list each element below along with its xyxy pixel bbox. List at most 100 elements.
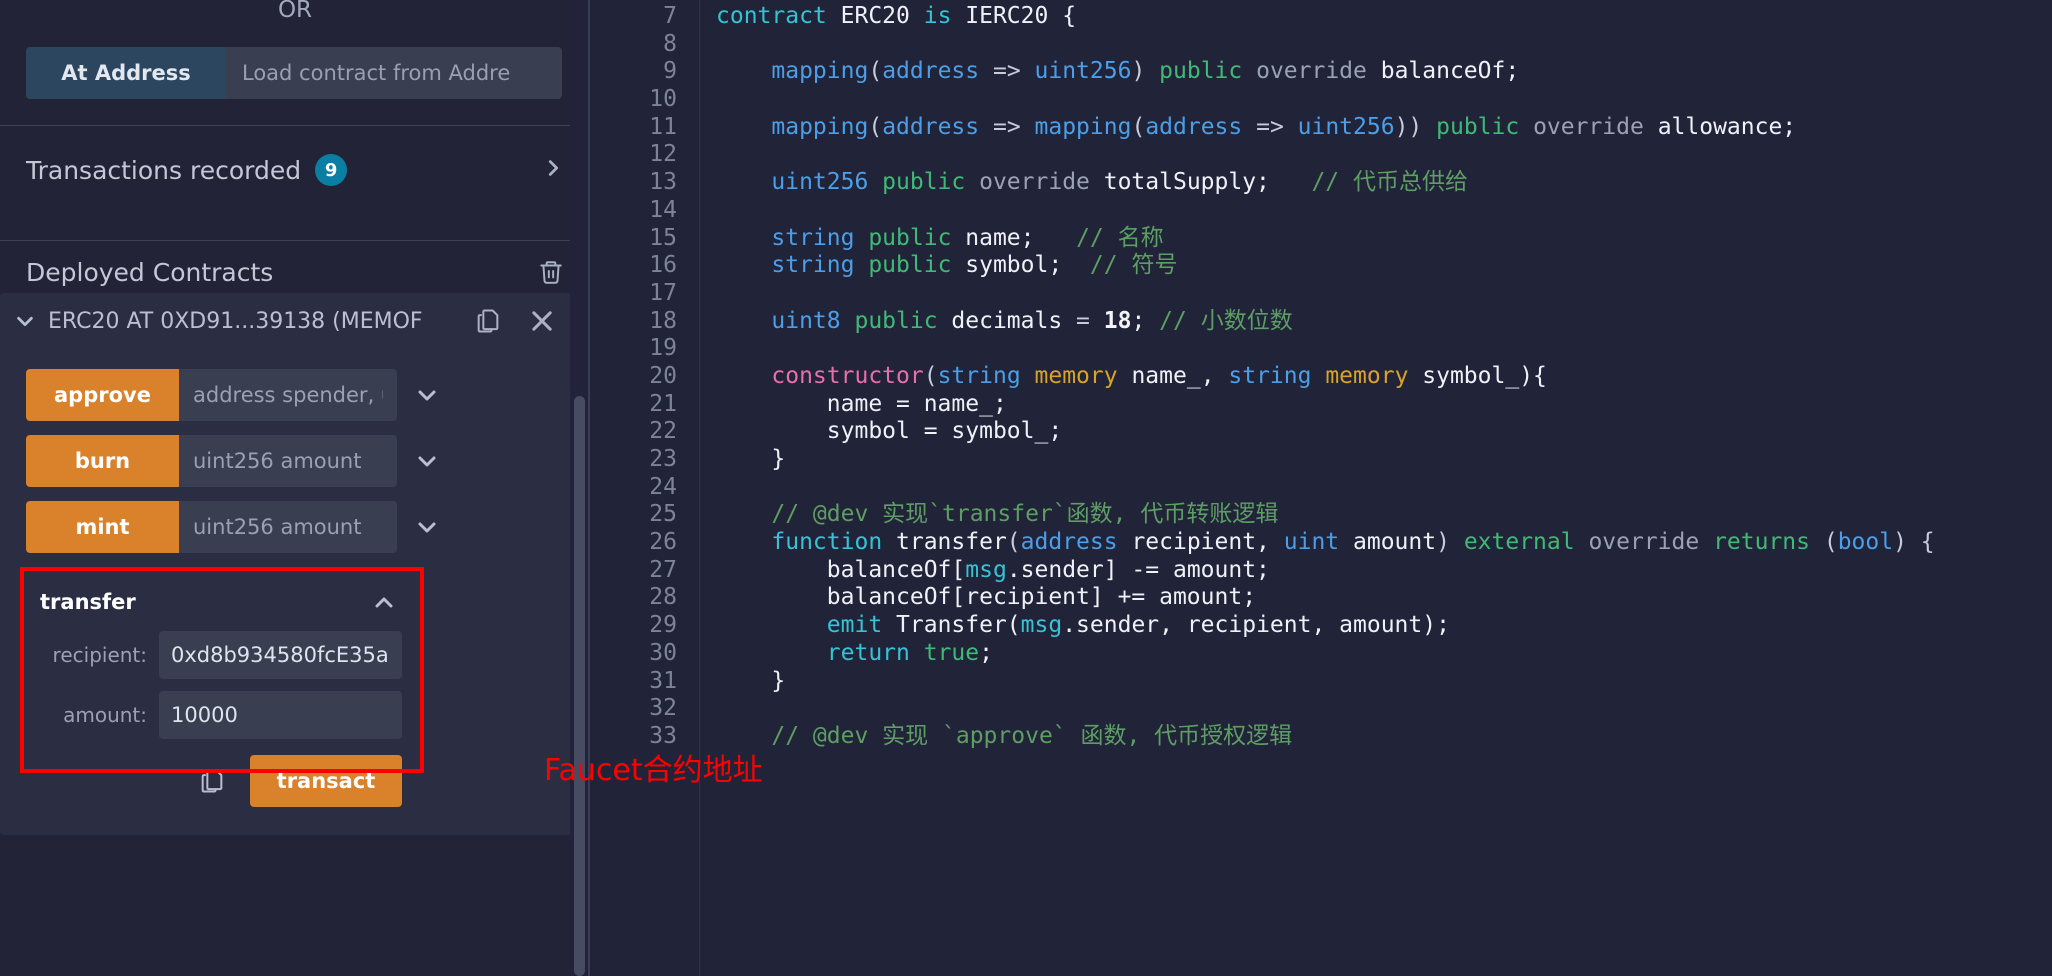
approve-args-input[interactable] bbox=[179, 369, 397, 421]
transfer-form-header[interactable]: transfer bbox=[34, 585, 402, 619]
code-token: external bbox=[1463, 529, 1589, 556]
code-line[interactable] bbox=[716, 197, 2052, 225]
code-token: public bbox=[1159, 58, 1257, 85]
code-token: } bbox=[716, 667, 786, 694]
code-token: ( bbox=[923, 362, 938, 389]
code-line[interactable]: uint256 public override totalSupply; // … bbox=[716, 169, 2052, 197]
line-number: 22 bbox=[649, 418, 677, 445]
code-token: mapping bbox=[771, 58, 869, 85]
deployed-instance-name: ERC20 AT 0XD91...39138 (MEMOF bbox=[48, 308, 423, 334]
code-token: // 小数位数 bbox=[1159, 307, 1293, 334]
code-token: ) bbox=[1436, 529, 1464, 556]
at-address-button[interactable]: At Address bbox=[26, 47, 226, 99]
code-line[interactable] bbox=[716, 695, 2052, 723]
code-line[interactable]: // @dev 实现 `approve` 函数, 代币授权逻辑 bbox=[716, 723, 2052, 751]
code-line[interactable]: mapping(address => mapping(address => ui… bbox=[716, 114, 2052, 142]
code-line[interactable]: string public symbol; // 符号 bbox=[716, 252, 2052, 280]
line-number: 14 bbox=[649, 196, 677, 223]
transfer-recipient-input[interactable] bbox=[159, 631, 402, 679]
code-line[interactable]: string public name; // 名称 bbox=[716, 225, 2052, 253]
code-token: ( bbox=[1131, 113, 1146, 140]
code-line[interactable]: balanceOf[recipient] += amount; bbox=[716, 584, 2052, 612]
code-token: uint8 bbox=[771, 307, 855, 334]
approve-button[interactable]: approve bbox=[26, 369, 179, 421]
left-panel-scrollbar-thumb[interactable] bbox=[574, 396, 585, 976]
code-token: constructor bbox=[771, 362, 924, 389]
code-token: // 代币总供给 bbox=[1311, 169, 1468, 196]
chevron-down-icon[interactable] bbox=[415, 449, 439, 473]
code-token: } bbox=[716, 446, 786, 472]
code-token: = bbox=[1076, 307, 1104, 334]
code-line[interactable]: symbol = symbol_; bbox=[716, 418, 2052, 446]
close-icon[interactable] bbox=[528, 307, 556, 335]
mint-button[interactable]: mint bbox=[26, 501, 179, 553]
transact-button[interactable]: transact bbox=[250, 755, 402, 807]
code-line[interactable] bbox=[716, 86, 2052, 114]
chevron-down-icon[interactable] bbox=[415, 383, 439, 407]
code-line[interactable]: return true; bbox=[716, 640, 2052, 668]
code-line[interactable]: } bbox=[716, 668, 2052, 696]
code-line[interactable] bbox=[716, 280, 2052, 308]
line-number: 7 bbox=[663, 3, 677, 29]
code-line[interactable]: } bbox=[716, 446, 2052, 474]
line-number: 24 bbox=[649, 473, 677, 500]
code-token: Transfer( bbox=[896, 612, 1021, 639]
code-token: override bbox=[1533, 113, 1658, 140]
code-token: address bbox=[1020, 529, 1132, 556]
transfer-amount-input[interactable] bbox=[159, 691, 402, 739]
line-number: 27 bbox=[649, 556, 677, 583]
code-token: memory bbox=[1325, 362, 1423, 389]
code-token: ) bbox=[1131, 58, 1160, 85]
code-token: totalSupply; bbox=[1103, 169, 1270, 196]
at-address-input[interactable] bbox=[226, 47, 562, 99]
left-panel-scrollbar[interactable] bbox=[570, 0, 590, 976]
copy-icon[interactable] bbox=[198, 767, 226, 795]
code-line[interactable] bbox=[716, 474, 2052, 502]
code-token: )) bbox=[1394, 113, 1437, 140]
deployed-contracts-title: Deployed Contracts bbox=[26, 257, 274, 287]
code-token: contract bbox=[716, 3, 841, 29]
editor-code-area[interactable]: contract ERC20 is IERC20 { mapping(addre… bbox=[700, 0, 2052, 976]
transactions-recorded-row[interactable]: Transactions recorded 9 bbox=[0, 126, 590, 214]
code-line[interactable]: name = name_; bbox=[716, 391, 2052, 419]
code-token: balanceOf[recipient] += amount; bbox=[826, 584, 1257, 611]
code-line[interactable] bbox=[716, 335, 2052, 363]
code-line[interactable]: uint8 public decimals = 18; // 小数位数 bbox=[716, 308, 2052, 336]
line-number: 16 bbox=[649, 252, 677, 279]
mint-args-input[interactable] bbox=[179, 501, 397, 553]
code-line[interactable]: // @dev 实现`transfer`函数, 代币转账逻辑 bbox=[716, 501, 2052, 529]
code-line[interactable]: emit Transfer(msg.sender, recipient, amo… bbox=[716, 612, 2052, 640]
chevron-right-icon[interactable] bbox=[542, 157, 564, 183]
code-line[interactable]: function transfer(address recipient, uin… bbox=[716, 529, 2052, 557]
burn-button[interactable]: burn bbox=[26, 435, 179, 487]
code-token: uint256 bbox=[1297, 113, 1395, 140]
code-line[interactable]: contract ERC20 is IERC20 { bbox=[716, 3, 2052, 31]
code-line[interactable] bbox=[716, 141, 2052, 169]
chevron-up-icon[interactable] bbox=[372, 590, 396, 614]
chevron-down-icon[interactable] bbox=[415, 515, 439, 539]
code-token: bool bbox=[1837, 529, 1894, 556]
deployed-instance-header[interactable]: ERC20 AT 0XD91...39138 (MEMOF bbox=[0, 293, 578, 349]
code-line[interactable] bbox=[716, 31, 2052, 59]
code-token: string bbox=[937, 362, 1035, 389]
code-line[interactable]: mapping(address => uint256) public overr… bbox=[716, 58, 2052, 86]
deployed-contracts-header: Deployed Contracts bbox=[0, 241, 590, 287]
line-number: 20 bbox=[649, 362, 677, 389]
code-token: balanceOf[ bbox=[826, 556, 966, 583]
transfer-recipient-label: recipient: bbox=[52, 643, 147, 667]
code-line[interactable]: constructor(string memory name_, string … bbox=[716, 363, 2052, 391]
chevron-down-icon[interactable] bbox=[14, 310, 36, 332]
trash-icon[interactable] bbox=[538, 259, 564, 285]
code-token: ( bbox=[1823, 529, 1838, 556]
burn-args-input[interactable] bbox=[179, 435, 397, 487]
code-token: return bbox=[826, 639, 924, 666]
code-line[interactable]: balanceOf[msg.sender] -= amount; bbox=[716, 557, 2052, 585]
code-token: override bbox=[1588, 529, 1714, 556]
copy-icon[interactable] bbox=[474, 307, 502, 335]
code-token: string bbox=[771, 224, 869, 251]
code-editor[interactable]: 7 8 9 10 11 12 13 14 15 16 17 18 19 20 21 22 23 24 25 26 27 2… bbox=[590, 0, 2052, 976]
